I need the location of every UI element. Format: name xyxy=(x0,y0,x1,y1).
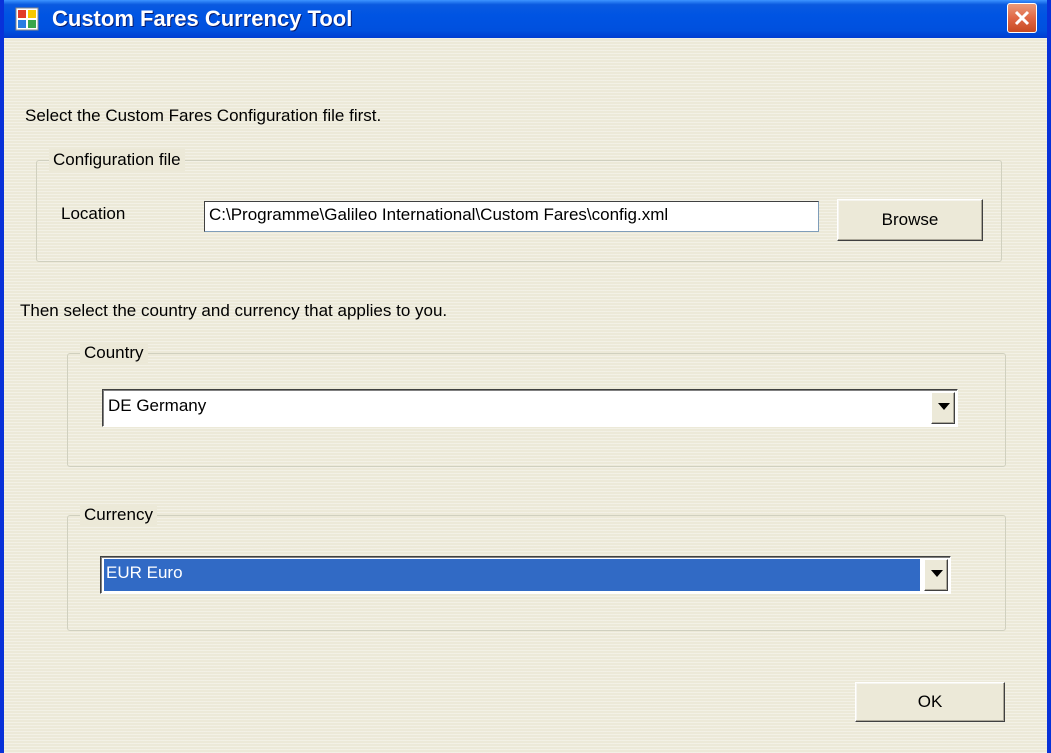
title-bar[interactable]: Custom Fares Currency Tool xyxy=(4,0,1047,38)
currency-dropdown[interactable]: EUR Euro xyxy=(100,556,951,594)
country-selected-value: DE Germany xyxy=(108,396,207,415)
close-icon xyxy=(1014,10,1030,26)
browse-button[interactable]: Browse xyxy=(837,199,983,241)
currency-group: Currency EUR Euro xyxy=(67,504,1006,631)
dialog-window: Custom Fares Currency Tool Select the Cu… xyxy=(0,0,1051,753)
window-title: Custom Fares Currency Tool xyxy=(52,6,353,31)
dialog-content: Select the Custom Fares Configuration fi… xyxy=(4,38,1047,753)
instruction-second: Then select the country and currency tha… xyxy=(20,301,448,320)
configuration-file-legend: Configuration file xyxy=(49,149,185,171)
configuration-file-group: Configuration file Location C:\Programme… xyxy=(36,149,1002,262)
ok-button[interactable]: OK xyxy=(855,682,1005,722)
chevron-down-icon xyxy=(938,403,950,410)
close-button[interactable] xyxy=(1007,3,1037,33)
currency-selected-value: EUR Euro xyxy=(104,559,920,591)
currency-dropdown-button[interactable] xyxy=(924,559,948,591)
country-dropdown[interactable]: DE Germany xyxy=(102,389,958,427)
location-label: Location xyxy=(61,204,126,223)
chevron-down-icon xyxy=(931,570,943,577)
currency-legend: Currency xyxy=(80,504,157,526)
instruction-first: Select the Custom Fares Configuration fi… xyxy=(25,106,382,125)
country-legend: Country xyxy=(80,342,148,364)
location-input[interactable]: C:\Programme\Galileo International\Custo… xyxy=(204,201,819,232)
country-dropdown-button[interactable] xyxy=(931,392,955,424)
app-icon xyxy=(15,7,39,31)
country-group: Country DE Germany xyxy=(67,342,1006,467)
